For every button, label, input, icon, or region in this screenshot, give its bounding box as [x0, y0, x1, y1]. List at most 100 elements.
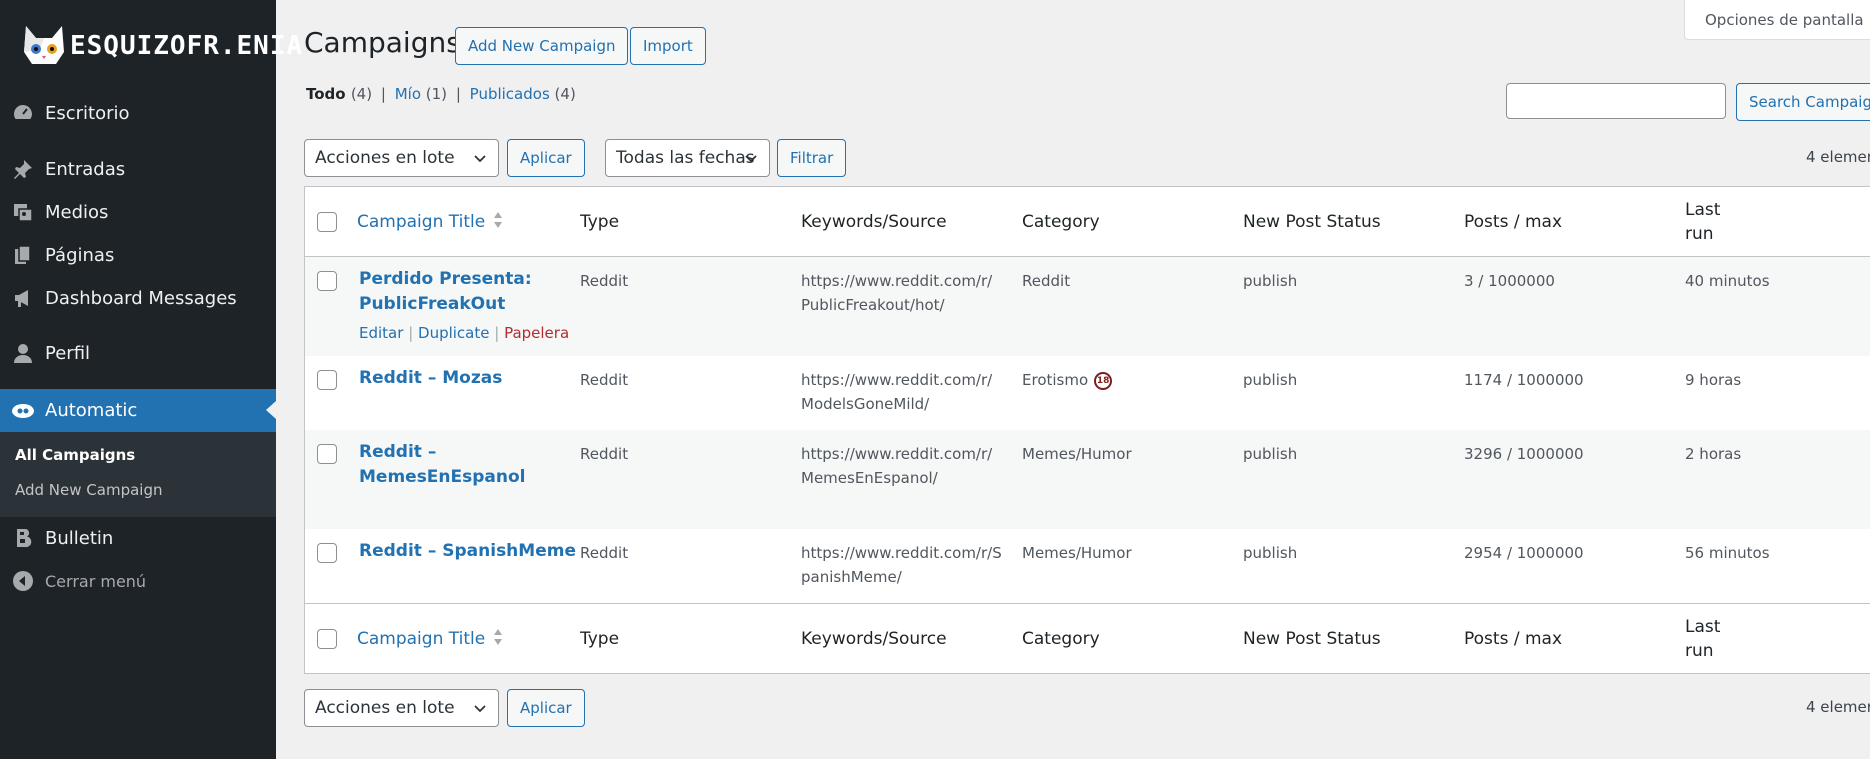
sidebar-item-label: Páginas: [45, 244, 115, 266]
sidebar-item-automatic[interactable]: Automatic: [0, 389, 276, 432]
bulk-action-value: Acciones en lote: [315, 148, 455, 168]
column-keywords-source: Keywords/Source: [801, 212, 947, 232]
campaign-title-link[interactable]: Reddit – MemesEnEspanol: [359, 440, 526, 490]
items-count-bottom: 4 elementos: [1806, 698, 1870, 716]
posts-cell: 2954 / 1000000: [1464, 544, 1584, 562]
site-logo[interactable]: ESQUIZOFR.ENIA: [20, 22, 303, 70]
automatic-submenu: All Campaigns Add New Campaign: [0, 432, 276, 517]
view-published-count: (4): [554, 85, 576, 103]
import-button[interactable]: Import: [630, 27, 706, 65]
last-run-cell: 56 minutos: [1685, 544, 1770, 562]
campaign-title-cell: Reddit – Mozas: [359, 366, 502, 391]
table-row: Reddit – MemesEnEspanol Reddit https://ww…: [305, 430, 1870, 529]
category-cell: Erotismo 18: [1022, 368, 1113, 392]
sidebar-item-medios[interactable]: Medios: [0, 191, 276, 233]
view-all-count: (4): [350, 85, 373, 103]
source-cell: https://www.reddit.com/r/PublicFreakout/…: [801, 269, 992, 317]
campaign-title-cell: Reddit – MemesEnEspanol: [359, 440, 526, 490]
column-new-post-status: New Post Status: [1243, 212, 1381, 232]
bulletin-icon: [11, 526, 35, 550]
campaign-title-link[interactable]: Reddit – SpanishMeme: [359, 539, 576, 564]
campaign-title-cell: Reddit – SpanishMeme: [359, 539, 576, 564]
source-line: https://www.reddit.com/r/: [801, 445, 993, 463]
edit-link[interactable]: Editar: [359, 324, 403, 342]
row-checkbox[interactable]: [317, 271, 337, 291]
row-actions: Editar | Duplicate | Papelera: [359, 324, 570, 342]
table-footer: Campaign Title Type Keywords/Source Cate…: [305, 603, 1870, 673]
sidebar-item-entradas[interactable]: Entradas: [0, 148, 276, 190]
sidebar-item-paginas[interactable]: Páginas: [0, 234, 276, 276]
dashboard-icon: [11, 101, 35, 125]
apply-button-bottom[interactable]: Aplicar: [507, 689, 585, 727]
row-checkbox[interactable]: [317, 370, 337, 390]
sidebar-item-label: Perfil: [45, 342, 91, 364]
column-category: Category: [1022, 629, 1100, 649]
collapse-menu-label: Cerrar menú: [45, 571, 147, 591]
source-line: https://www.reddit.com/r/S: [801, 544, 1002, 562]
column-campaign-title[interactable]: Campaign Title: [357, 187, 503, 257]
campaign-title-cell: Perdido Presenta: PublicFreakOut Editar |…: [359, 267, 569, 345]
status-cell: publish: [1243, 371, 1298, 389]
column-label: Last: [1685, 617, 1721, 637]
admin-sidebar: ESQUIZOFR.ENIA Escritorio Entradas Medio…: [0, 0, 302, 759]
submenu-all-campaigns[interactable]: All Campaigns: [15, 446, 135, 464]
title-line: PublicFreakOut: [359, 294, 506, 314]
source-cell: https://www.reddit.com/r/S panishMeme/: [801, 541, 1002, 589]
sidebar-item-escritorio[interactable]: Escritorio: [0, 92, 276, 134]
view-filters: Todo (4) | Mío (1) | Publicados (4): [306, 85, 576, 103]
source-cell: https://www.reddit.com/r/MemesEnEspanol/: [801, 442, 992, 490]
sidebar-item-label: Entradas: [45, 158, 126, 180]
column-label: run: [1685, 224, 1714, 244]
source-line: PublicFreakout/hot/: [801, 296, 945, 314]
column-campaign-title[interactable]: Campaign Title: [357, 604, 503, 674]
campaign-title-link[interactable]: Perdido Presenta: PublicFreakOut: [359, 267, 569, 317]
column-keywords-source: Keywords/Source: [801, 629, 947, 649]
trash-link[interactable]: Papelera: [504, 324, 569, 342]
adult-18-badge-icon: 18: [1094, 371, 1113, 390]
submenu-add-new-campaign[interactable]: Add New Campaign: [15, 481, 162, 499]
sidebar-item-label: Dashboard Messages: [45, 287, 237, 309]
view-published[interactable]: Publicados (4): [470, 85, 576, 103]
items-count: 4 elementos: [1806, 148, 1870, 166]
sidebar-item-bulletin[interactable]: Bulletin: [0, 517, 276, 559]
duplicate-link[interactable]: Duplicate: [418, 324, 489, 342]
view-all[interactable]: Todo (4): [306, 85, 372, 103]
title-line: Perdido Presenta:: [359, 269, 532, 289]
sidebar-item-dashboard-messages[interactable]: Dashboard Messages: [0, 277, 276, 319]
date-filter-select[interactable]: Todas las fechas: [605, 139, 770, 177]
chevron-down-icon: [743, 150, 759, 171]
sort-icon: [493, 628, 503, 651]
row-checkbox[interactable]: [317, 543, 337, 563]
type-cell: Reddit: [580, 544, 629, 562]
bulk-action-select[interactable]: Acciones en lote: [304, 139, 499, 177]
add-new-campaign-button[interactable]: Add New Campaign: [455, 27, 629, 65]
category-label: Erotismo: [1022, 371, 1089, 389]
campaign-title-link[interactable]: Reddit – Mozas: [359, 366, 502, 391]
main-content: Opciones de pantalla ▼ Campaigns Add New…: [276, 0, 1870, 759]
sidebar-item-label: Medios: [45, 201, 109, 223]
posts-cell: 1174 / 1000000: [1464, 371, 1584, 389]
filter-button[interactable]: Filtrar: [777, 139, 847, 177]
collapse-menu-button[interactable]: Cerrar menú: [0, 560, 276, 602]
pushpin-icon: [11, 157, 35, 181]
view-mine[interactable]: Mío (1): [395, 85, 447, 103]
sort-icon: [493, 211, 503, 234]
posts-cell: 3296 / 1000000: [1464, 445, 1584, 463]
bulk-action-select-bottom[interactable]: Acciones en lote: [304, 689, 499, 727]
column-posts-max: Posts / max: [1464, 212, 1562, 232]
sidebar-item-perfil[interactable]: Perfil: [0, 332, 276, 374]
source-line: ModelsGoneMild/: [801, 395, 930, 413]
sidebar-item-label: Automatic: [45, 400, 138, 421]
select-all-checkbox[interactable]: [317, 629, 337, 649]
type-cell: Reddit: [580, 272, 629, 290]
screen-options-button[interactable]: Opciones de pantalla ▼: [1684, 0, 1870, 40]
select-all-checkbox[interactable]: [317, 212, 337, 232]
column-last-run: Last run: [1685, 187, 1720, 257]
row-checkbox[interactable]: [317, 444, 337, 464]
search-campaigns-button[interactable]: Search Campaigns: [1736, 83, 1870, 121]
apply-button[interactable]: Aplicar: [507, 139, 585, 177]
sidebar-item-label: Bulletin: [45, 527, 114, 549]
title-line: MemesEnEspanol: [359, 467, 526, 487]
search-input[interactable]: [1506, 83, 1726, 119]
screen-options-label: Opciones de pantalla: [1705, 10, 1864, 29]
